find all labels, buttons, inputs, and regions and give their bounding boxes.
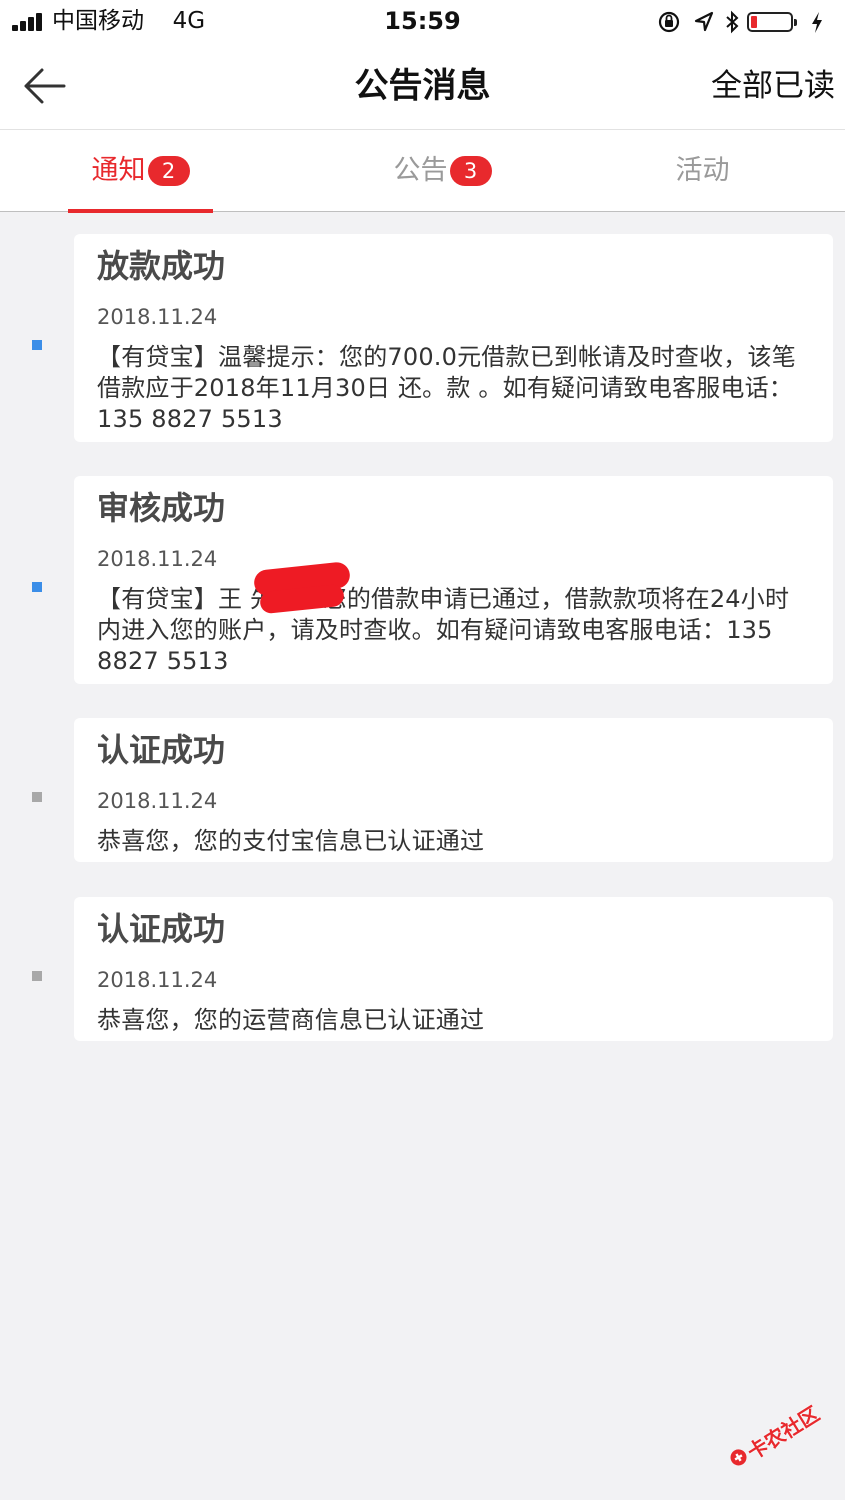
battery-icon	[747, 12, 797, 32]
message-date: 2018.11.24	[97, 305, 218, 329]
message-date: 2018.11.24	[97, 968, 218, 992]
tab-label: 通知	[91, 155, 146, 186]
tab-notifications[interactable]: 通知 2	[68, 130, 213, 213]
tab-label: 活动	[675, 155, 730, 186]
tab-bar: 通知 2 公告 3 活动	[0, 130, 845, 213]
read-dot-icon	[32, 792, 42, 802]
notice-messages-screen: 中国移动 4G 15:59 公告消息 全部已读 通知 2 公告 3 活动 放款成…	[0, 0, 845, 1500]
mark-all-read-button[interactable]: 全部已读	[711, 64, 835, 108]
message-date: 2018.11.24	[97, 547, 218, 571]
tab-label: 公告	[393, 155, 448, 186]
message-date: 2018.11.24	[97, 789, 218, 813]
message-title: 认证成功	[97, 910, 226, 948]
watermark-text: 卡农社区	[743, 1401, 824, 1465]
message-card[interactable]: 认证成功 2018.11.24 恭喜您，您的支付宝信息已认证通过	[74, 718, 833, 862]
tab-activities[interactable]: 活动	[630, 130, 775, 212]
message-body: 恭喜您，您的运营商信息已认证通过	[97, 1006, 485, 1034]
unread-dot-icon	[32, 582, 42, 592]
status-icons	[657, 8, 837, 36]
message-card[interactable]: 认证成功 2018.11.24 恭喜您，您的运营商信息已认证通过	[74, 897, 833, 1041]
active-tab-indicator	[68, 209, 213, 213]
message-title: 放款成功	[97, 247, 226, 285]
location-arrow-icon	[693, 8, 715, 36]
message-title: 审核成功	[97, 489, 226, 527]
navigation-bar: 公告消息 全部已读	[0, 44, 845, 130]
tab-announcements[interactable]: 公告 3	[370, 130, 515, 212]
unread-count-badge: 3	[449, 156, 492, 186]
message-card[interactable]: 放款成功 2018.11.24 【有贷宝】温馨提示：您的700.0元借款已到帐请…	[74, 234, 833, 442]
unread-dot-icon	[32, 340, 42, 350]
status-bar: 中国移动 4G 15:59	[0, 0, 845, 44]
message-card[interactable]: 审核成功 2018.11.24 【有贷宝】王 先生，您的借款申请已通过，借款款项…	[74, 476, 833, 684]
message-body: 恭喜您，您的支付宝信息已认证通过	[97, 827, 485, 855]
message-body: 【有贷宝】温馨提示：您的700.0元借款已到帐请及时查收，该笔借款应于2018年…	[97, 343, 796, 433]
message-body: 【有贷宝】王 先生，您的借款申请已通过，借款款项将在24小时内进入您的账户，请及…	[97, 585, 790, 675]
community-watermark: 卡农社区	[721, 1393, 827, 1480]
orientation-lock-icon	[657, 8, 681, 36]
message-title: 认证成功	[97, 731, 226, 769]
charging-bolt-icon	[809, 8, 825, 36]
unread-count-badge: 2	[147, 156, 190, 186]
bluetooth-icon	[723, 8, 741, 36]
read-dot-icon	[32, 971, 42, 981]
